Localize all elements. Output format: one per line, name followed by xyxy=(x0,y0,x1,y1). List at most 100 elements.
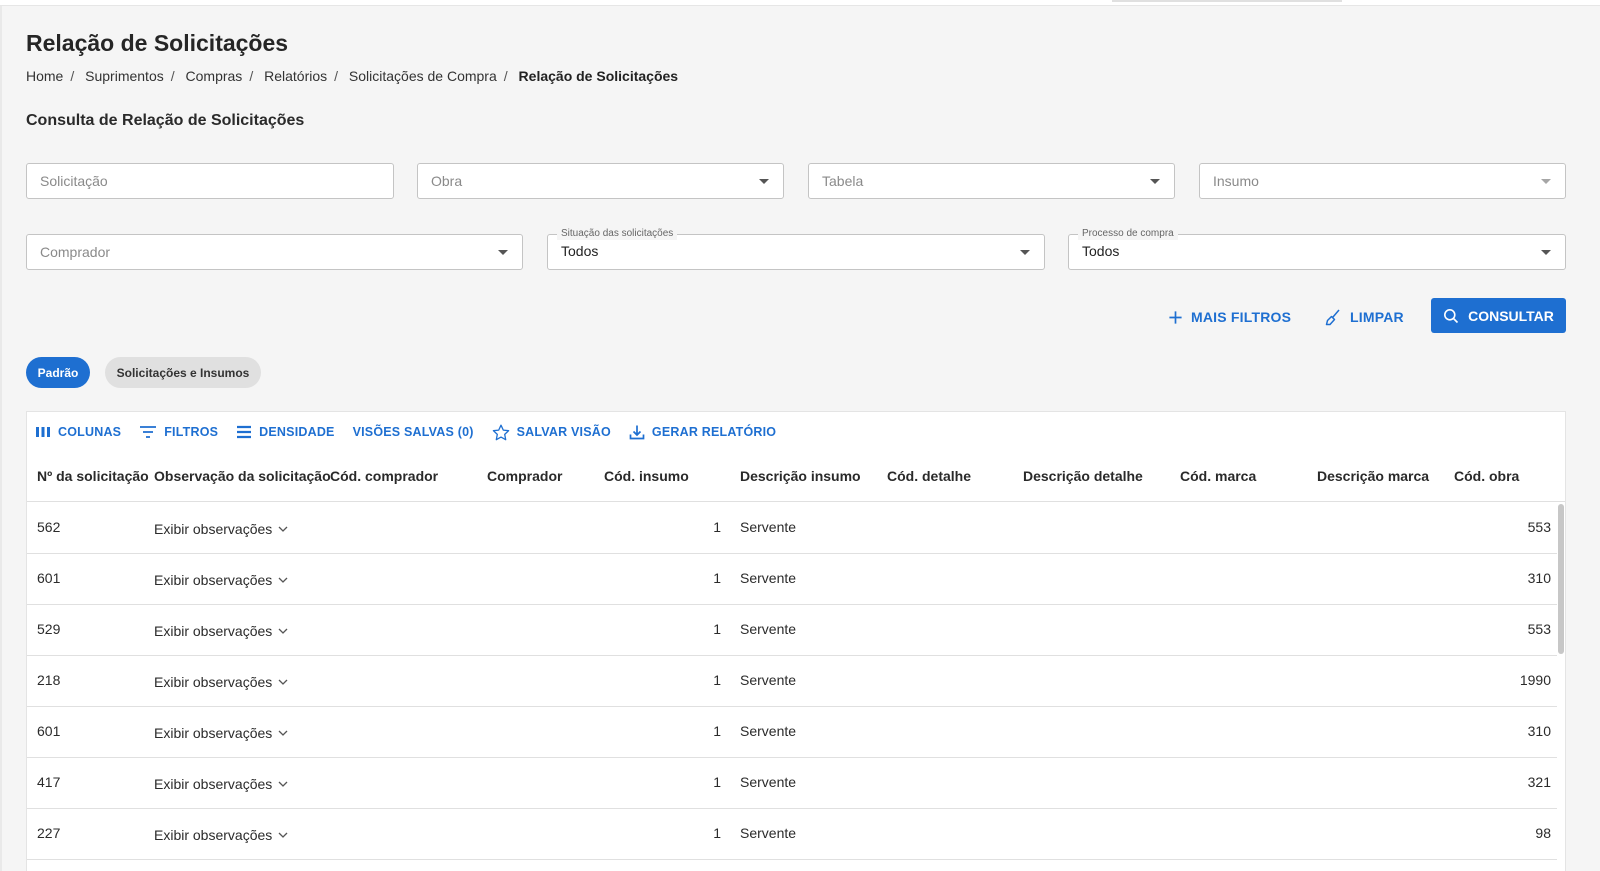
filters-button[interactable]: FILTROS xyxy=(139,425,218,439)
table-row[interactable]: 227 Exibir observações 1 Servente 98 xyxy=(27,809,1557,860)
situacao-select[interactable]: Situação das solicitações Todos xyxy=(547,228,1045,270)
save-view-label: SALVAR VISÃO xyxy=(516,425,611,439)
view-chip-padrao[interactable]: Padrão xyxy=(26,357,90,388)
cell-obs[interactable]: Exibir observações xyxy=(154,825,288,843)
cell-desc-insumo: Servente xyxy=(740,774,797,790)
col-header-cod-detalhe[interactable]: Cód. detalhe xyxy=(887,468,971,484)
breadcrumb-separator: / xyxy=(334,68,339,84)
columns-button[interactable]: COLUNAS xyxy=(35,425,121,439)
more-filters-button[interactable]: MAIS FILTROS xyxy=(1168,299,1291,335)
columns-label: COLUNAS xyxy=(58,425,122,439)
plus-icon xyxy=(1169,310,1182,324)
cell-desc-insumo: Servente xyxy=(740,519,797,535)
breadcrumb-separator: / xyxy=(249,68,254,84)
col-header-cod-insumo[interactable]: Cód. insumo xyxy=(604,468,689,484)
cell-obs[interactable]: Exibir observações xyxy=(154,774,288,792)
density-button[interactable]: DENSIDADE xyxy=(236,425,334,439)
breadcrumb-separator: / xyxy=(170,68,175,84)
col-header-desc-detalhe[interactable]: Descrição detalhe xyxy=(1023,468,1143,484)
comprador-placeholder: Comprador xyxy=(40,244,111,260)
cell-num: 562 xyxy=(37,519,61,535)
table-row[interactable]: 529 Exibir observações 1 Servente 553 xyxy=(27,605,1557,656)
col-header-cod-comprador[interactable]: Cód. comprador xyxy=(330,468,438,484)
comprador-select[interactable]: Comprador xyxy=(26,234,523,270)
col-header-obs[interactable]: Observação da solicitação xyxy=(154,468,331,484)
grid-toolbar: COLUNAS FILTROS DENSIDADE VISÕES SALVAS … xyxy=(35,422,776,442)
insumo-select[interactable]: Insumo xyxy=(1199,163,1566,199)
breadcrumb-compras[interactable]: Compras xyxy=(186,68,243,84)
processo-label: Processo de compra xyxy=(1078,228,1178,240)
breadcrumb-separator: / xyxy=(70,68,75,84)
col-header-num[interactable]: Nº da solicitação xyxy=(37,468,149,484)
breadcrumb-home[interactable]: Home xyxy=(26,68,63,84)
cell-cod-obra: 98 xyxy=(1535,825,1551,841)
cell-cod-insumo: 1 xyxy=(713,570,721,586)
col-header-comprador[interactable]: Comprador xyxy=(487,468,562,484)
table-row[interactable]: 562 Exibir observações 1 Servente 553 xyxy=(27,503,1557,554)
clear-button[interactable]: LIMPAR xyxy=(1324,299,1404,335)
more-filters-label: MAIS FILTROS xyxy=(1191,309,1292,325)
cell-num: 529 xyxy=(37,621,61,637)
col-header-desc-marca[interactable]: Descrição marca xyxy=(1317,468,1429,484)
solicitacao-input[interactable]: Solicitação xyxy=(26,163,394,199)
view-chip-solicitacoes-insumos[interactable]: Solicitações e Insumos xyxy=(105,357,261,388)
cell-num: 417 xyxy=(37,774,61,790)
table-row[interactable]: 417 Exibir observações 1 Servente 321 xyxy=(27,758,1557,809)
cell-desc-insumo: Servente xyxy=(740,672,797,688)
obs-toggle-label: Exibir observações xyxy=(154,623,273,639)
col-header-desc-insumo[interactable]: Descrição insumo xyxy=(740,468,861,484)
caret-down-icon xyxy=(1541,179,1551,184)
report-label: GERAR RELATÓRIO xyxy=(651,425,777,439)
cell-cod-insumo: 1 xyxy=(713,519,721,535)
obra-select[interactable]: Obra xyxy=(417,163,784,199)
col-header-cod-marca[interactable]: Cód. marca xyxy=(1180,468,1256,484)
chevron-down-icon xyxy=(278,723,288,739)
cell-cod-obra: 553 xyxy=(1527,519,1551,535)
cell-cod-obra: 310 xyxy=(1527,570,1551,586)
save-view-button[interactable]: SALVAR VISÃO xyxy=(492,424,611,441)
chevron-down-icon xyxy=(278,570,288,586)
vertical-scrollbar[interactable] xyxy=(1558,504,1564,654)
breadcrumb-suprimentos[interactable]: Suprimentos xyxy=(85,68,164,84)
saved-views-label: VISÕES SALVAS (0) xyxy=(352,425,474,439)
caret-down-icon xyxy=(1150,179,1160,184)
cell-obs[interactable]: Exibir observações xyxy=(154,672,288,690)
cell-cod-insumo: 1 xyxy=(713,723,721,739)
table-row[interactable]: 601 Exibir observações 1 Servente 310 xyxy=(27,707,1557,758)
cell-obs[interactable]: Exibir observações xyxy=(154,570,288,588)
clear-label: LIMPAR xyxy=(1350,309,1404,325)
cell-obs[interactable]: Exibir observações xyxy=(154,519,288,537)
col-header-cod-obra[interactable]: Cód. obra xyxy=(1454,468,1519,484)
cell-obs[interactable]: Exibir observações xyxy=(154,723,288,741)
obs-toggle-label: Exibir observações xyxy=(154,725,273,741)
density-label: DENSIDADE xyxy=(259,425,335,439)
tabela-select[interactable]: Tabela xyxy=(808,163,1175,199)
broom-icon xyxy=(1325,309,1340,326)
breadcrumb-solicitacoes-compra[interactable]: Solicitações de Compra xyxy=(349,68,497,84)
cell-num: 601 xyxy=(37,723,61,739)
breadcrumb-relatorios[interactable]: Relatórios xyxy=(264,68,327,84)
cell-obs[interactable]: Exibir observações xyxy=(154,621,288,639)
cell-desc-insumo: Servente xyxy=(740,570,797,586)
obra-placeholder: Obra xyxy=(431,173,463,189)
processo-value: Todos xyxy=(1082,243,1120,259)
chevron-down-icon xyxy=(278,672,288,688)
cell-cod-obra: 310 xyxy=(1527,723,1551,739)
breadcrumb-separator: / xyxy=(503,68,508,84)
processo-select[interactable]: Processo de compra Todos xyxy=(1068,228,1566,270)
saved-views-button[interactable]: VISÕES SALVAS (0) xyxy=(353,425,474,439)
tabela-placeholder: Tabela xyxy=(822,173,864,189)
caret-down-icon xyxy=(1541,250,1551,255)
breadcrumb: Home / Suprimentos / Compras / Relatórios / … xyxy=(26,68,678,84)
table-row[interactable]: 218 Exibir observações 1 Servente 1990 xyxy=(27,656,1557,707)
report-button[interactable]: GERAR RELATÓRIO xyxy=(629,424,776,440)
cell-num: 227 xyxy=(37,825,61,841)
search-button[interactable]: CONSULTAR xyxy=(1431,298,1566,333)
situacao-label: Situação das solicitações xyxy=(557,228,678,240)
table-row[interactable]: 601 Exibir observações 1 Servente 310 xyxy=(27,554,1557,605)
top-bar xyxy=(0,0,1600,6)
cell-cod-obra: 321 xyxy=(1527,774,1551,790)
columns-icon xyxy=(36,427,50,437)
table-header: Nº da solicitação Observação da solicita… xyxy=(27,452,1565,502)
caret-down-icon xyxy=(498,250,508,255)
